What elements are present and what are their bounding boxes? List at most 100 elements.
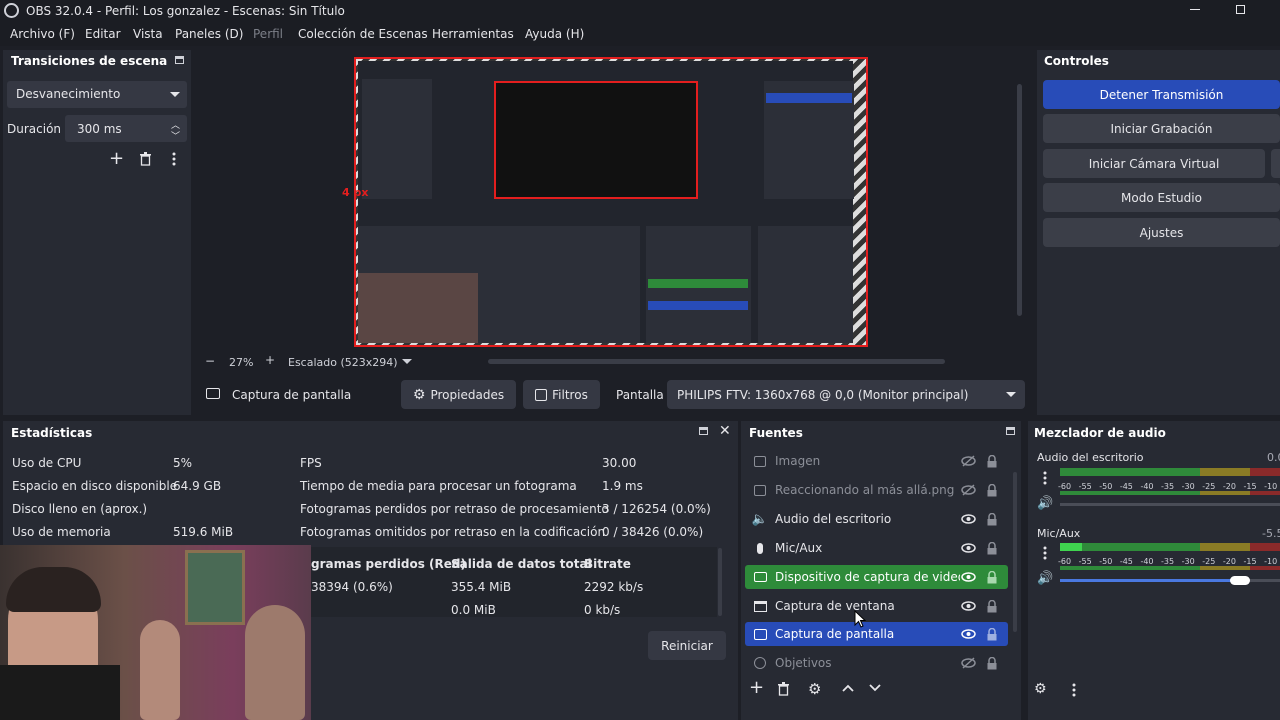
minimize-button[interactable] [1190,9,1200,10]
monitor-icon [753,627,767,641]
start-recording-button[interactable]: Iniciar Grabación [1043,114,1280,143]
reset-button[interactable]: Reiniciar [648,631,726,660]
eye-slash-icon[interactable] [960,453,976,469]
mixer-settings-icon[interactable]: ⚙ [1034,681,1047,697]
list-item[interactable]: Mic/Aux [745,536,1008,560]
eye-icon[interactable] [960,511,976,527]
duration-spinbox[interactable]: 300 ms ︿ ﹀ [65,115,187,142]
menu-ayuda[interactable]: Ayuda (H) [525,27,584,41]
sources-title: Fuentes [749,426,803,440]
lock-icon[interactable] [984,453,1000,469]
vertical-scrollbar[interactable] [1017,84,1022,316]
screen-select[interactable]: PHILIPS FTV: 1360x768 @ 0,0 (Monitor pri… [667,380,1025,409]
list-item[interactable]: Dispositivo de captura de video [745,565,1008,589]
scale-chevron-icon[interactable] [402,359,412,364]
eye-icon[interactable] [960,626,976,642]
nested-obs-screenshot [358,61,854,343]
duration-value: 300 ms [77,122,122,136]
start-virtual-camera-button[interactable]: Iniciar Cámara Virtual [1043,149,1265,178]
volume-slider-handle[interactable] [1230,576,1250,585]
dock-float-icon[interactable] [175,56,184,64]
lock-icon[interactable] [984,511,1000,527]
table-header: Bitrate [584,557,631,571]
lock-icon[interactable] [984,482,1000,498]
zoom-out-button[interactable]: − [205,354,215,368]
menu-herramientas[interactable]: Herramientas [432,27,514,41]
menu-archivo[interactable]: Archivo (F) [10,27,75,41]
source-properties-icon[interactable]: ⚙ [808,680,821,698]
screen-label: Pantalla [616,388,664,402]
window-title: OBS 32.0.4 - Perfil: Los gonzalez - Esce… [26,4,345,18]
eye-icon[interactable] [960,598,976,614]
lock-icon[interactable] [984,598,1000,614]
move-down-icon[interactable] [869,684,881,692]
volume-slider-track[interactable] [1060,503,1280,506]
zoom-in-button[interactable]: + [265,353,275,367]
add-transition-icon[interactable]: + [109,150,124,168]
restore-button[interactable] [1236,5,1245,14]
studio-mode-button[interactable]: Modo Estudio [1043,183,1280,212]
eye-icon[interactable] [960,540,976,556]
zoom-level: 27% [229,356,254,369]
menu-vista[interactable]: Vista [133,27,163,41]
remove-source-icon[interactable] [777,682,790,696]
transitions-title: Transiciones de escena [11,54,168,68]
picture-frame [185,550,245,625]
channel-menu-icon[interactable] [1043,471,1047,485]
menu-perfil[interactable]: Perfil [253,27,283,41]
settings-button[interactable]: Ajustes [1043,218,1280,247]
person-figure [245,605,305,720]
dock-float-icon[interactable] [1006,427,1015,435]
list-item[interactable]: Reaccionando al más allá.png [745,478,1008,502]
eye-slash-icon[interactable] [960,655,976,671]
eye-slash-icon[interactable] [960,482,976,498]
stat-label: Fotogramas perdidos por retraso de proce… [300,502,609,516]
eye-icon[interactable] [960,569,976,585]
speaker-icon[interactable]: 🔊 [1037,571,1053,586]
nested-source-green [648,279,748,288]
virtual-camera-settings-button[interactable] [1271,149,1280,178]
transition-select[interactable]: Desvanecimiento [7,81,187,108]
sources-scrollbar[interactable] [1013,472,1017,632]
horizontal-scrollbar[interactable] [488,359,945,364]
menu-coleccion[interactable]: Colección de Escenas [298,27,428,41]
list-item[interactable]: Imagen [745,449,1008,473]
table-header: gramas perdidos (Red) [311,557,466,571]
menu-editar[interactable]: Editar [85,27,121,41]
webcam-overlay [0,545,311,720]
spin-down-icon[interactable]: ﹀ [171,129,180,142]
filters-button[interactable]: Filtros [523,380,600,409]
lock-icon[interactable] [984,569,1000,585]
list-item[interactable]: Captura de pantalla [745,622,1008,646]
lock-icon[interactable] [984,540,1000,556]
lock-icon[interactable] [984,626,1000,642]
nested-controls-button [766,93,852,103]
move-up-icon[interactable] [842,684,854,692]
target-icon [753,656,767,670]
properties-button[interactable]: ⚙ Propiedades [401,380,516,409]
list-item[interactable]: 🔈 Audio del escritorio [745,507,1008,531]
close-icon[interactable]: ✕ [719,423,731,439]
camera-icon [753,570,767,584]
dock-float-icon[interactable] [699,427,708,435]
channel-menu-icon[interactable] [1043,546,1047,560]
channel-db: 0.0 [1267,451,1280,464]
lock-icon[interactable] [984,655,1000,671]
stop-streaming-button[interactable]: Detener Transmisión [1043,80,1280,109]
stat-label: Uso de CPU [12,456,82,470]
add-source-icon[interactable]: + [749,679,764,697]
filter-icon [535,388,548,401]
source-label: Audio del escritorio [775,512,892,526]
mixer-menu-icon[interactable] [1072,683,1076,697]
volume-meter [1060,491,1280,495]
table-scrollbar[interactable] [718,548,722,616]
menu-paneles[interactable]: Paneles (D) [175,27,243,41]
list-item[interactable]: Objetivos [745,651,1008,675]
list-item[interactable]: Captura de ventana [745,594,1008,618]
speaker-icon[interactable]: 🔊 [1037,496,1053,511]
transition-menu-icon[interactable] [172,152,176,166]
preview-canvas[interactable] [354,57,868,347]
scale-select[interactable]: Escalado (523x294) [288,356,398,369]
image-icon [753,483,767,497]
remove-transition-icon[interactable] [139,152,152,166]
